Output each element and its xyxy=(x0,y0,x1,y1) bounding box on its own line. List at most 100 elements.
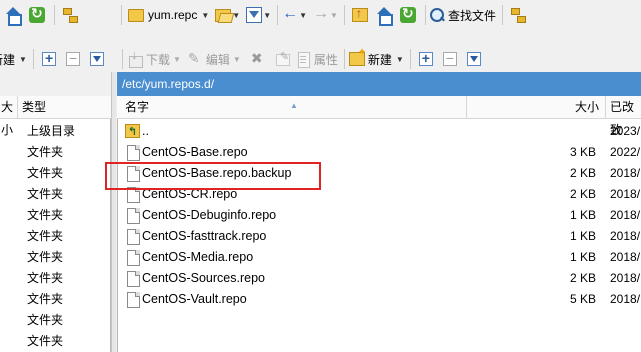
download-label: 下载 xyxy=(145,52,170,67)
local-item-type: 上级目录 xyxy=(27,124,76,138)
local-list-item[interactable]: 文件夹 xyxy=(0,163,111,184)
right-home-button[interactable] xyxy=(373,4,395,26)
open-folder-button[interactable]: ▼ xyxy=(215,4,240,26)
file-size: 1 KB xyxy=(569,250,596,264)
right-select-add-button[interactable] xyxy=(415,48,437,70)
remote-path-combo[interactable]: yum.repc ▼ xyxy=(126,5,209,25)
toolbar-separator xyxy=(343,5,345,25)
local-item-type: 文件夹 xyxy=(27,229,64,243)
file-name: CentOS-Base.repo xyxy=(142,145,248,159)
file-modified-date: 2018/ xyxy=(610,229,641,243)
name-column-label: 名字 xyxy=(125,100,150,114)
toolbar-separator xyxy=(277,5,279,25)
local-list-item[interactable]: 文件夹 xyxy=(0,289,111,310)
remote-file-row[interactable]: CentOS-Debuginfo.repo 1 KB 2018/ xyxy=(117,205,641,226)
file-name: CentOS-Vault.repo xyxy=(142,292,247,306)
left-new-button[interactable]: 新建▼ xyxy=(0,48,27,70)
right-refresh-button[interactable] xyxy=(397,4,419,26)
remote-file-row[interactable]: CentOS-Vault.repo 5 KB 2018/ xyxy=(117,289,641,310)
local-item-type: 文件夹 xyxy=(27,208,64,222)
name-column-header[interactable]: 名字 ▲ xyxy=(117,96,467,119)
local-item-type: 文件夹 xyxy=(27,166,64,180)
local-size-column-header[interactable]: 大小 xyxy=(0,96,18,137)
local-list-item[interactable]: 上级目录 xyxy=(0,121,111,142)
file-icon xyxy=(127,250,140,266)
file-size: 3 KB xyxy=(569,145,596,159)
chevron-down-icon[interactable]: ▼ xyxy=(263,11,271,20)
local-list-item[interactable]: 文件夹 xyxy=(0,247,111,268)
right-filter-button[interactable] xyxy=(463,48,485,70)
rename-icon xyxy=(274,50,290,67)
local-type-column-header[interactable]: 类型 xyxy=(18,96,107,119)
sort-ascending-icon: ▲ xyxy=(290,101,298,110)
remote-file-row[interactable]: CentOS-Base.repo 3 KB 2022/ xyxy=(117,142,641,163)
parent-folder-button[interactable] xyxy=(349,4,371,26)
left-select-remove-button[interactable] xyxy=(62,48,84,70)
local-list-item[interactable]: 文件夹 xyxy=(0,310,111,331)
chevron-down-icon[interactable]: ▼ xyxy=(396,55,404,64)
local-list-item[interactable]: 文件夹 xyxy=(0,142,111,163)
properties-button[interactable]: 属性 xyxy=(295,48,338,70)
find-files-button[interactable]: 查找文件 xyxy=(429,4,496,26)
right-new-button[interactable]: 新建 ▼ xyxy=(348,47,404,70)
local-item-type: 文件夹 xyxy=(27,145,64,159)
download-button[interactable]: 下载▼ xyxy=(127,47,181,70)
file-name: CentOS-fasttrack.repo xyxy=(142,229,267,243)
remote-file-row[interactable]: CentOS-Sources.repo 2 KB 2018/ xyxy=(117,268,641,289)
remote-file-row[interactable]: CentOS-Media.repo 1 KB 2018/ xyxy=(117,247,641,268)
remote-path-bar[interactable]: /etc/yum.repos.d/ xyxy=(117,72,641,96)
back-button[interactable]: ▼ xyxy=(282,4,307,26)
right-tree-button[interactable] xyxy=(507,4,529,26)
local-list-item[interactable]: 文件夹 xyxy=(0,331,111,352)
chevron-down-icon[interactable]: ▼ xyxy=(173,55,181,64)
modified-column-header[interactable]: 已改致 xyxy=(606,96,641,137)
left-refresh-button[interactable] xyxy=(26,4,48,26)
file-icon xyxy=(127,271,140,287)
panel-splitter[interactable] xyxy=(111,72,116,352)
filter-button[interactable]: ▼ xyxy=(246,4,271,26)
file-icon xyxy=(127,208,140,224)
file-modified-date: 2018/ xyxy=(610,208,641,222)
chevron-down-icon[interactable]: ▼ xyxy=(299,11,307,20)
plus-icon xyxy=(41,50,56,66)
edit-button[interactable]: 编辑▼ xyxy=(187,48,241,70)
left-filter-button[interactable] xyxy=(86,48,108,70)
forward-button[interactable]: ▼ xyxy=(313,4,338,26)
rename-button[interactable] xyxy=(271,48,293,70)
plus-icon xyxy=(418,50,433,66)
delete-button[interactable] xyxy=(247,48,269,70)
toolbar-separator xyxy=(54,5,55,25)
local-list-item[interactable]: 文件夹 xyxy=(0,226,111,247)
new-folder-icon xyxy=(348,47,366,66)
left-home-button[interactable] xyxy=(2,4,24,26)
filter-icon xyxy=(466,52,481,66)
size-column-header[interactable]: 大小 xyxy=(467,96,606,119)
chevron-down-icon[interactable]: ▼ xyxy=(201,11,209,20)
file-size: 2 KB xyxy=(569,271,596,285)
local-list-item[interactable]: 文件夹 xyxy=(0,205,111,226)
remote-file-row[interactable]: .. 2023/ xyxy=(117,121,641,143)
file-size: 2 KB xyxy=(569,166,596,180)
top-toolbar: yum.repc ▼ ▼ ▼ ▼ ▼ 查找文件 xyxy=(0,2,641,28)
file-name: .. xyxy=(142,124,149,138)
right-select-remove-button[interactable] xyxy=(439,48,461,70)
toolbar-separator xyxy=(501,5,503,25)
edit-label: 编辑 xyxy=(205,52,230,67)
local-item-type: 文件夹 xyxy=(27,271,64,285)
file-name: CentOS-Sources.repo xyxy=(142,271,265,285)
left-select-add-button[interactable] xyxy=(38,48,60,70)
refresh-icon xyxy=(29,5,45,23)
folder-icon xyxy=(128,8,144,22)
minus-icon xyxy=(65,50,80,66)
left-tree-button[interactable] xyxy=(59,4,81,26)
local-list-item[interactable]: 文件夹 xyxy=(0,268,111,289)
file-name: CentOS-Debuginfo.repo xyxy=(142,208,277,222)
chevron-down-icon[interactable]: ▼ xyxy=(233,55,241,64)
search-icon xyxy=(429,7,445,23)
chevron-down-icon[interactable]: ▼ xyxy=(330,11,338,20)
chevron-down-icon[interactable]: ▼ xyxy=(19,55,27,64)
file-modified-date: 2018/ xyxy=(610,271,641,285)
local-list-item[interactable]: 文件夹 xyxy=(0,184,111,205)
remote-file-row[interactable]: CentOS-fasttrack.repo 1 KB 2018/ xyxy=(117,226,641,247)
file-modified-date: 2018/ xyxy=(610,292,641,306)
